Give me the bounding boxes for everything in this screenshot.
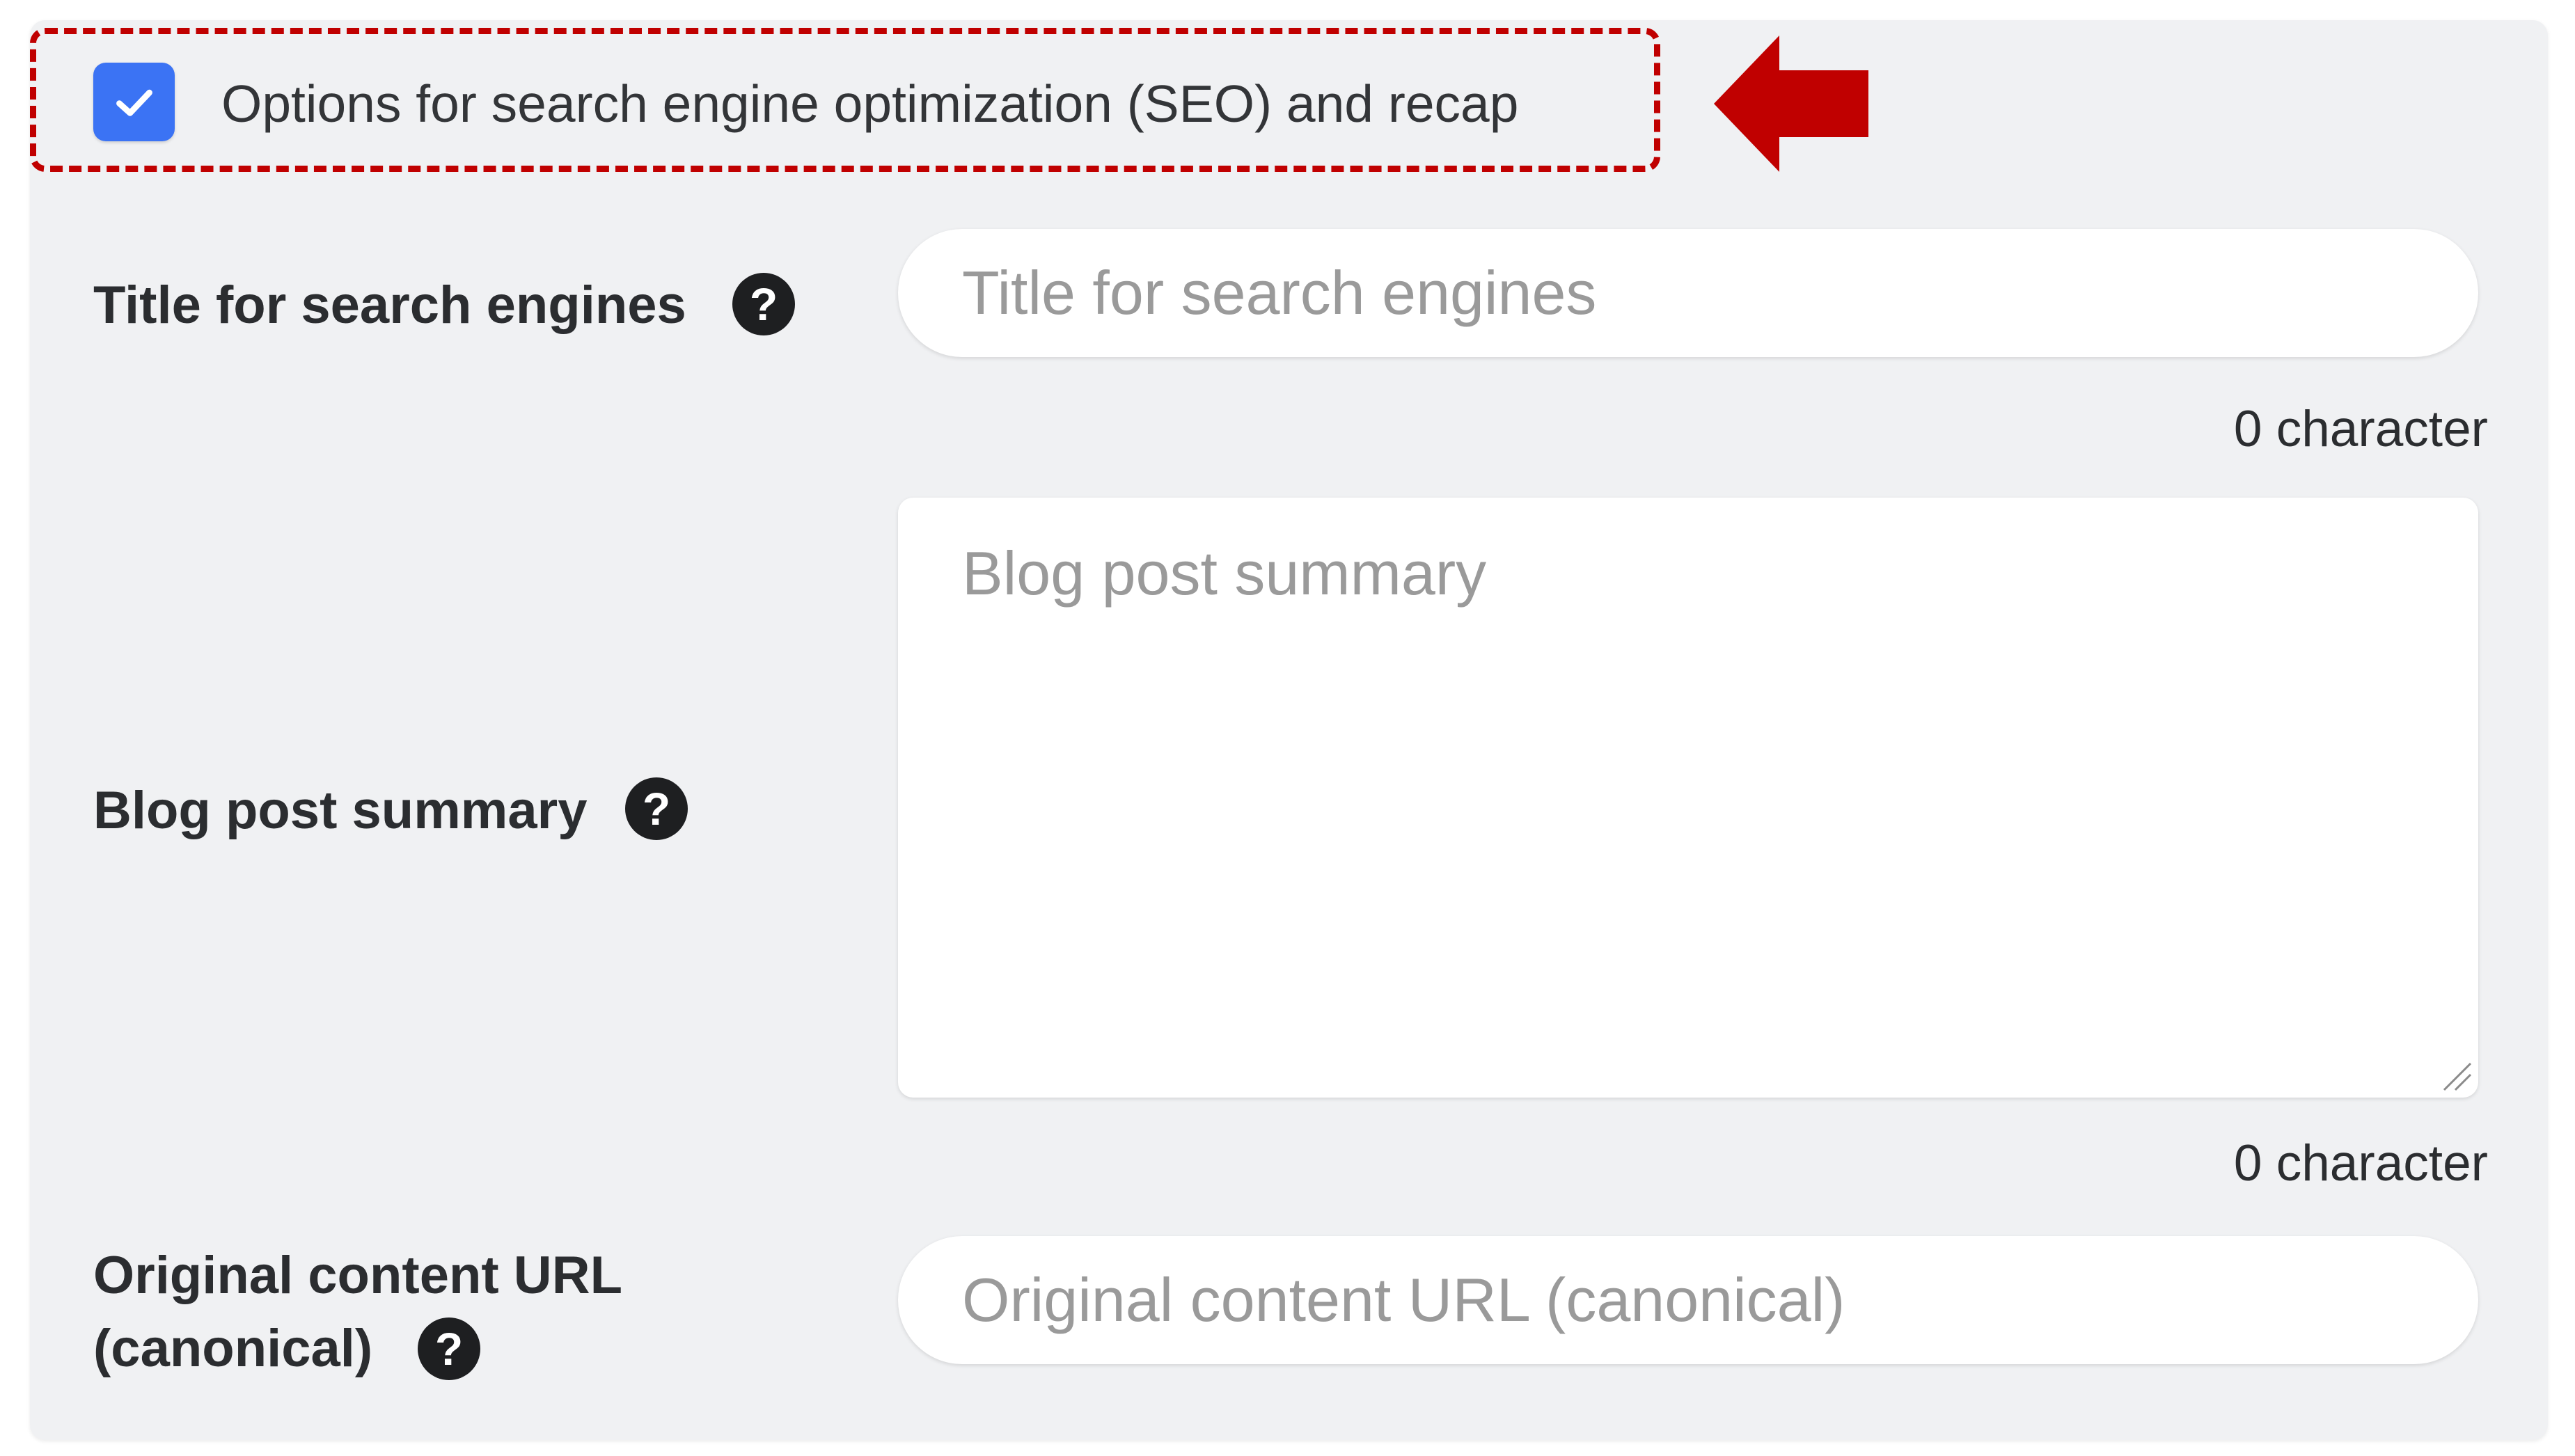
summary-char-counter: 0 character: [2233, 1135, 2488, 1192]
seo-title-label: Title for search engines: [93, 276, 686, 335]
help-icon[interactable]: ?: [418, 1317, 480, 1380]
canonical-url-input[interactable]: [898, 1236, 2478, 1364]
help-icon[interactable]: ?: [732, 273, 795, 335]
arrow-left-icon: [1714, 35, 1868, 172]
seo-options-checkbox[interactable]: [93, 63, 175, 141]
summary-label: Blog post summary: [93, 781, 588, 840]
check-icon: [116, 89, 152, 116]
resize-grip-icon[interactable]: [2440, 1059, 2473, 1093]
canonical-url-label-line1: Original content URL: [93, 1246, 622, 1305]
canonical-url-label-line2: (canonical): [93, 1319, 373, 1378]
summary-textarea[interactable]: [898, 498, 2478, 1098]
help-icon[interactable]: ?: [625, 777, 688, 840]
seo-title-char-counter: 0 character: [2233, 401, 2488, 457]
seo-options-label[interactable]: Options for search engine optimization (…: [221, 72, 1518, 135]
seo-title-input[interactable]: [898, 229, 2478, 357]
